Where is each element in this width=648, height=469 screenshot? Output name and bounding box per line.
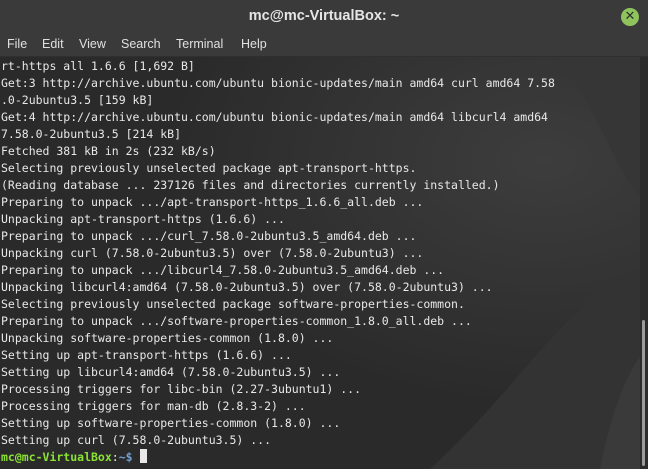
terminal-window: mc@mc-VirtualBox: ~ ✕ File Edit View Sea… (0, 0, 648, 469)
terminal-line: 7.58.0-2ubuntu3.5 [214 kB] (1, 127, 182, 141)
terminal-line: Get:3 http://archive.ubuntu.com/ubuntu b… (1, 76, 555, 90)
menu-search[interactable]: Search (121, 37, 161, 51)
terminal-line: Preparing to unpack .../apt-transport-ht… (1, 195, 424, 209)
terminal-line: Preparing to unpack .../libcurl4_7.58.0-… (1, 263, 445, 277)
menu-view[interactable]: View (79, 37, 106, 51)
terminal-line: Unpacking software-properties-common (1.… (1, 331, 334, 345)
terminal-line: .0-2ubuntu3.5 [159 kB] (1, 93, 154, 107)
scrollbar-thumb[interactable] (642, 320, 645, 466)
terminal-line: Setting up apt-transport-https (1.6.6) .… (1, 348, 292, 362)
terminal-line: Unpacking libcurl4:amd64 (7.58.0-2ubuntu… (1, 280, 493, 294)
prompt-separator: : (111, 450, 119, 464)
terminal-line: Setting up libcurl4:amd64 (7.58.0-2ubunt… (1, 365, 341, 379)
terminal-line: (Reading database ... 237126 files and d… (1, 178, 500, 192)
command-input[interactable] (133, 450, 140, 464)
terminal-line: Get:4 http://archive.ubuntu.com/ubuntu b… (1, 110, 548, 124)
terminal-line: Unpacking apt-transport-https (1.6.6) ..… (1, 212, 285, 226)
prompt-user: mc@mc-VirtualBox (1, 450, 112, 464)
menu-edit[interactable]: Edit (42, 37, 64, 51)
menu-terminal[interactable]: Terminal (176, 37, 223, 51)
title-bar[interactable]: mc@mc-VirtualBox: ~ ✕ (0, 0, 648, 34)
terminal-line: Processing triggers for libc-bin (2.27-3… (1, 382, 362, 396)
terminal-line: Unpacking curl (7.58.0-2ubuntu3.5) over … (1, 246, 424, 260)
terminal-area[interactable]: rt-https all 1.6.6 [1,692 B] Get:3 http:/… (0, 57, 640, 469)
menu-file[interactable]: File (7, 37, 27, 51)
terminal-line: Fetched 381 kB in 2s (232 kB/s) (1, 144, 216, 158)
text-cursor (139, 449, 147, 463)
menu-bar: File Edit View Search Terminal Help (0, 34, 648, 56)
close-icon[interactable]: ✕ (621, 8, 639, 26)
prompt-path: ~$ (118, 450, 133, 464)
terminal-line: Selecting previously unselected package … (1, 297, 465, 311)
prompt-line[interactable]: mc@mc-VirtualBox:~$ (1, 449, 555, 466)
scrollbar[interactable] (640, 57, 648, 469)
terminal-line: Selecting previously unselected package … (1, 161, 417, 175)
terminal-line: Setting up software-properties-common (1… (1, 416, 341, 430)
terminal-output: rt-https all 1.6.6 [1,692 B] Get:3 http:/… (1, 58, 555, 466)
terminal-line: rt-https all 1.6.6 [1,692 B] (1, 59, 195, 73)
menu-help[interactable]: Help (241, 37, 267, 51)
terminal-line: Preparing to unpack .../curl_7.58.0-2ubu… (1, 229, 417, 243)
window-title: mc@mc-VirtualBox: ~ (248, 8, 400, 24)
terminal-line: Setting up curl (7.58.0-2ubuntu3.5) ... (1, 433, 272, 447)
terminal-line: Processing triggers for man-db (2.8.3-2)… (1, 399, 306, 413)
terminal-line: Preparing to unpack .../software-propert… (1, 314, 472, 328)
